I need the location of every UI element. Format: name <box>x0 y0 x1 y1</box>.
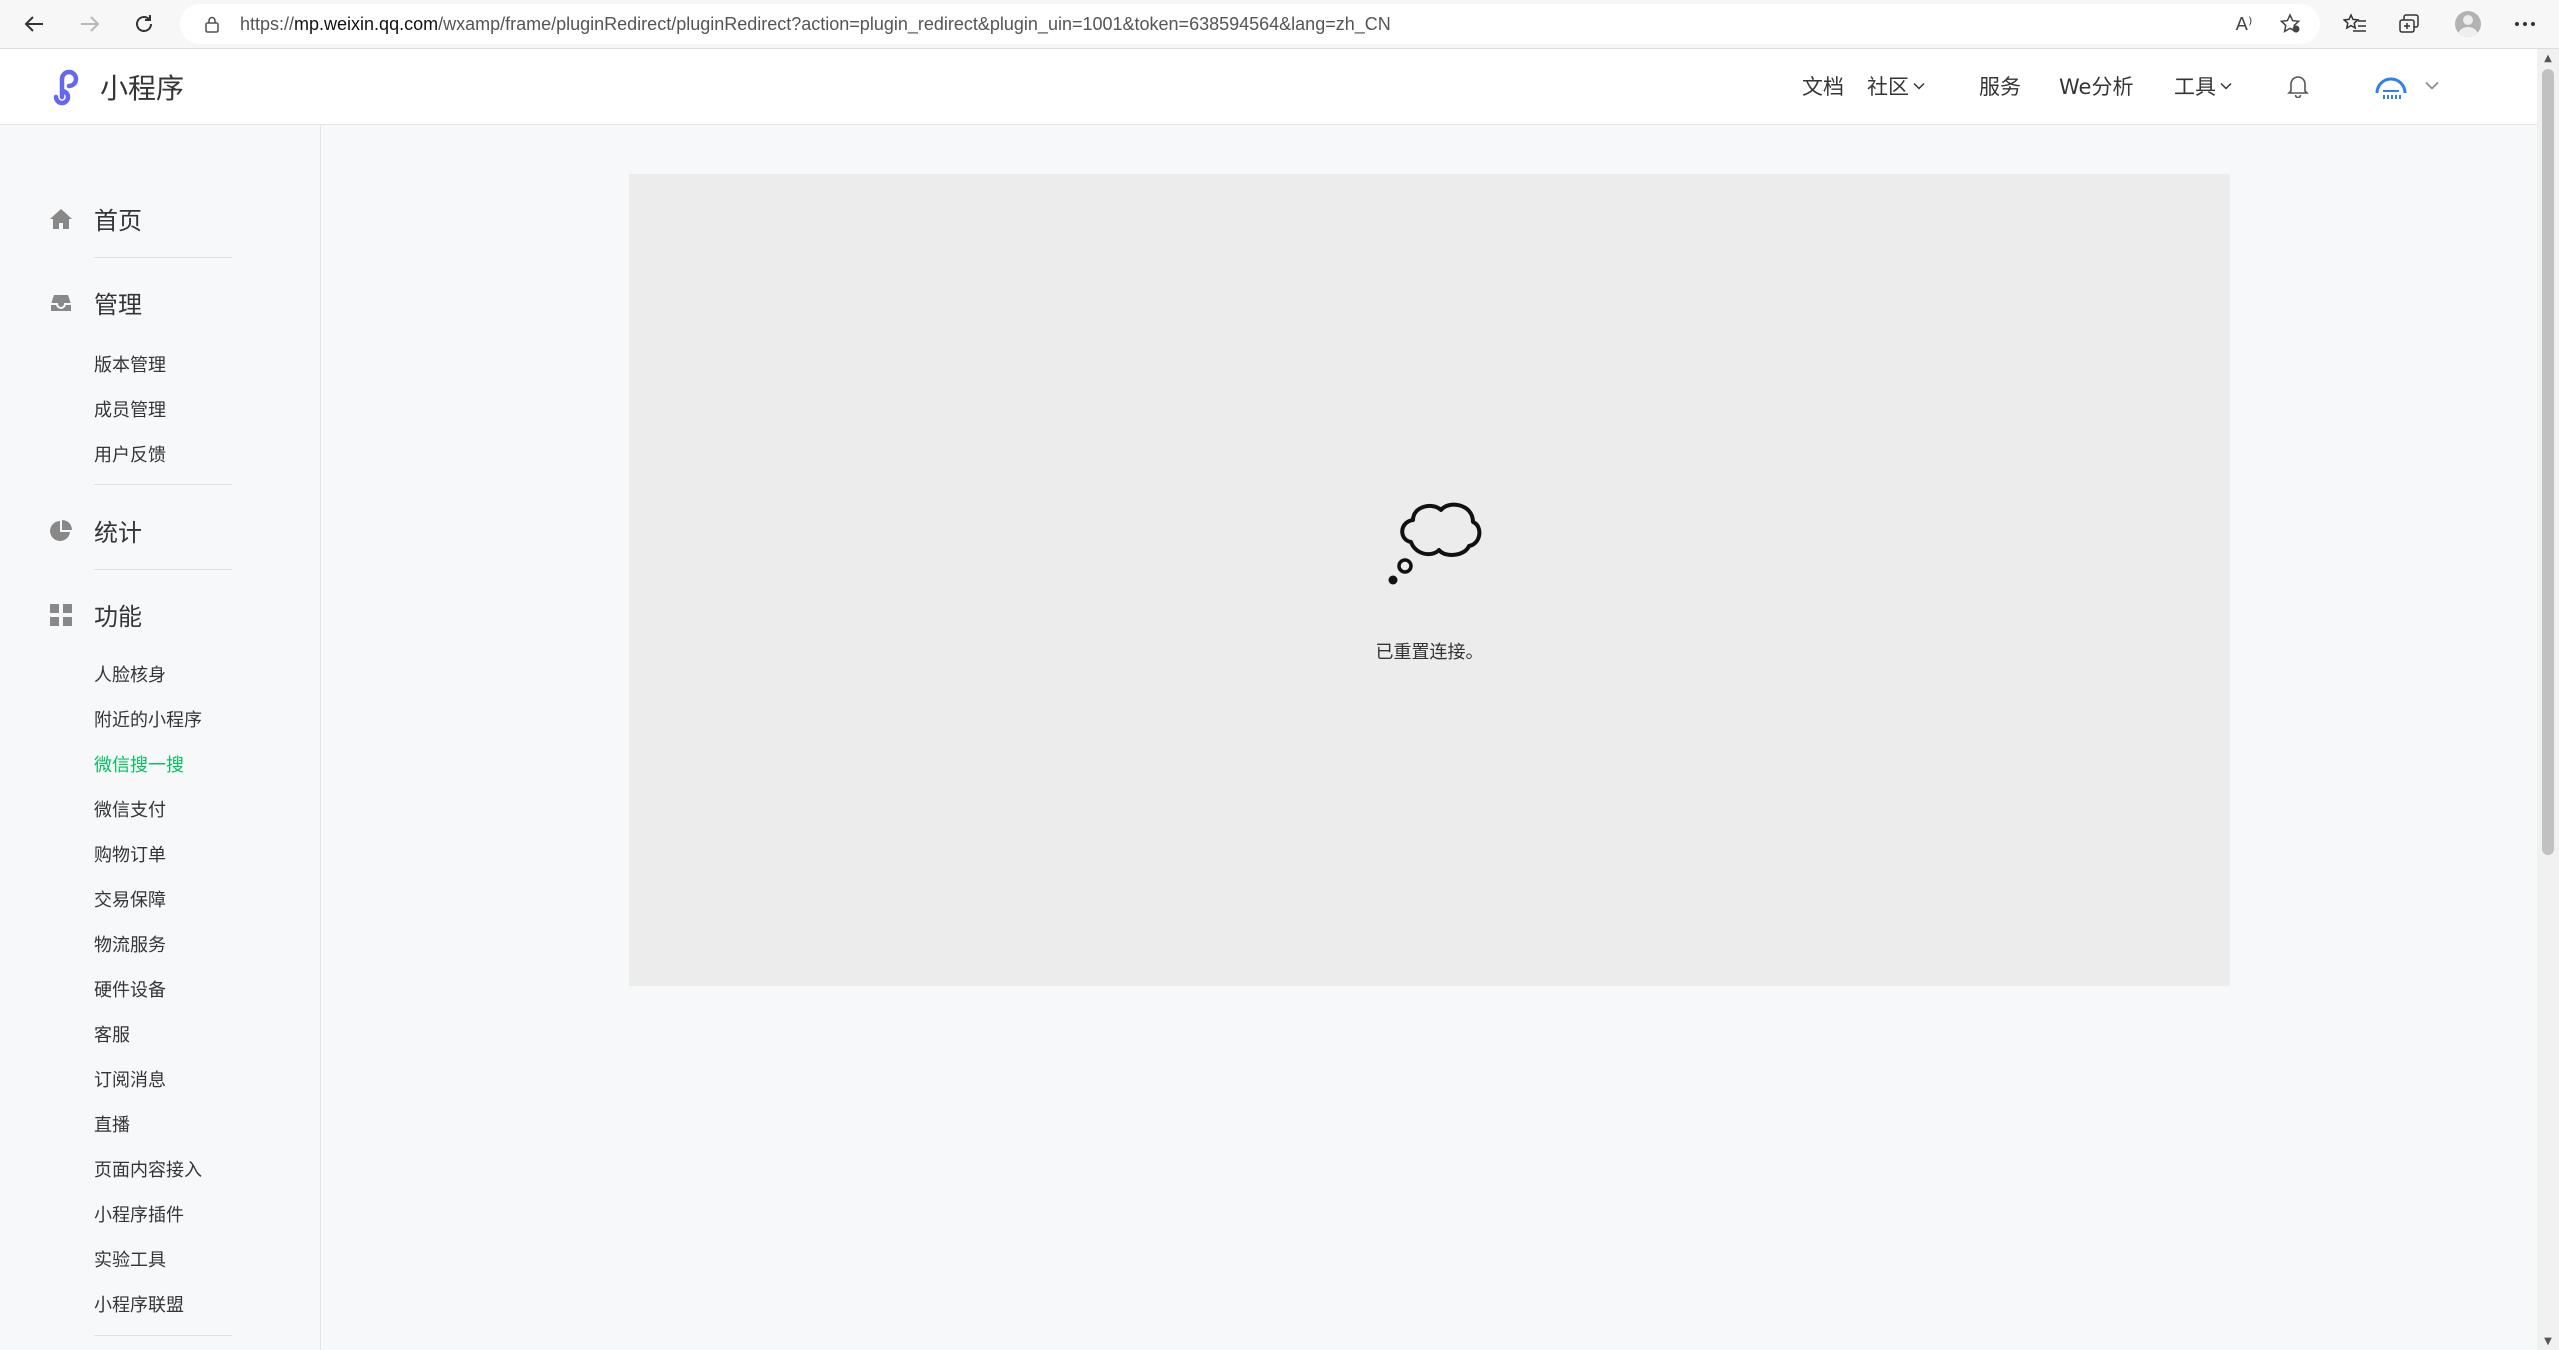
scroll-down-arrow-icon[interactable]: ▼ <box>2537 1332 2559 1350</box>
sidebar-divider <box>94 484 232 485</box>
sidebar-item-label: 统计 <box>94 519 142 547</box>
nav-docs[interactable]: 文档 <box>1802 71 1844 101</box>
sidebar-item-home[interactable]: 首页 <box>48 201 142 236</box>
nav-service[interactable]: 服务 <box>1979 71 2021 101</box>
nav-community[interactable]: 社区 <box>1867 71 1925 101</box>
sidebar-subitem-miniprogram-alliance[interactable]: 小程序联盟 <box>94 1291 184 1317</box>
sidebar-subitem-face-verification[interactable]: 人脸核身 <box>94 661 166 687</box>
sidebar-subitem-hardware[interactable]: 硬件设备 <box>94 976 166 1002</box>
sidebar-subitem-member-management[interactable]: 成员管理 <box>94 396 166 422</box>
account-chevron-down-icon[interactable] <box>2425 81 2439 90</box>
nav-service-label: 服务 <box>1979 75 2021 99</box>
refresh-button[interactable] <box>126 6 162 42</box>
nav-we-analysis[interactable]: We分析 <box>2059 71 2133 101</box>
sidebar-item-label: 首页 <box>94 207 142 235</box>
back-button[interactable] <box>16 6 52 42</box>
nav-tools[interactable]: 工具 <box>2174 71 2232 101</box>
sidebar-subitem-nearby-miniprogram[interactable]: 附近的小程序 <box>94 706 202 732</box>
collections-icon[interactable] <box>2390 6 2430 42</box>
miniprogram-logo-icon <box>53 69 79 106</box>
url-prefix: https:// <box>240 13 295 34</box>
sidebar-subitem-subscription-messages[interactable]: 订阅消息 <box>94 1066 166 1092</box>
sidebar-divider <box>94 1335 232 1336</box>
chevron-down-icon <box>2220 82 2232 90</box>
sidebar-divider <box>94 569 232 570</box>
plugin-iframe: 已重置连接。 <box>629 174 2230 986</box>
home-icon <box>48 206 74 232</box>
page-scrollbar[interactable]: ▲ ▼ <box>2537 49 2559 1350</box>
inbox-icon <box>48 290 74 316</box>
back-arrow-icon <box>24 16 43 32</box>
logo-text: 小程序 <box>100 72 185 105</box>
profile-avatar-icon <box>2455 11 2481 37</box>
sidebar-subitem-customer-service[interactable]: 客服 <box>94 1021 130 1047</box>
sidebar: 首页 管理 版本管理 成员管理 用户反馈 统计 功能 人脸核身 附近的小程序 微… <box>0 125 321 1350</box>
sidebar-subitem-live-streaming[interactable]: 直播 <box>94 1111 130 1137</box>
lock-icon <box>202 14 222 34</box>
sidebar-subitem-experiment-tools[interactable]: 实验工具 <box>94 1246 166 1272</box>
scroll-up-arrow-icon[interactable]: ▲ <box>2537 49 2559 67</box>
grid-icon <box>48 602 74 628</box>
sidebar-item-manage[interactable]: 管理 <box>48 285 142 320</box>
favorites-list-icon[interactable] <box>2335 6 2375 42</box>
browser-toolbar: https://mp.weixin.qq.com/wxamp/frame/plu… <box>0 0 2559 49</box>
read-aloud-glyph: A⁾ <box>2235 13 2253 35</box>
sidebar-item-label: 管理 <box>94 291 142 319</box>
pie-chart-icon <box>48 518 74 544</box>
app-header: 小程序 文档 社区 服务 We分析 工具 <box>0 49 2537 125</box>
sidebar-subitem-wechat-search[interactable]: 微信搜一搜 <box>94 751 184 777</box>
sidebar-subitem-miniprogram-plugins[interactable]: 小程序插件 <box>94 1201 184 1227</box>
profile-button[interactable] <box>2448 6 2488 42</box>
chevron-down-icon <box>1913 82 1925 90</box>
thought-bubble-icon <box>1388 502 1482 585</box>
read-aloud-icon[interactable]: A⁾ <box>2228 10 2260 38</box>
url-text[interactable]: https://mp.weixin.qq.com/wxamp/frame/plu… <box>240 14 1391 35</box>
sidebar-subitem-transaction-guarantee[interactable]: 交易保障 <box>94 886 166 912</box>
refresh-icon <box>136 15 152 32</box>
sidebar-divider <box>94 257 232 258</box>
sidebar-item-features[interactable]: 功能 <box>48 597 142 632</box>
sidebar-subitem-wechat-pay[interactable]: 微信支付 <box>94 796 166 822</box>
account-avatar-icon[interactable] <box>2374 71 2408 101</box>
address-bar[interactable]: https://mp.weixin.qq.com/wxamp/frame/plu… <box>180 4 2320 44</box>
more-options-icon[interactable] <box>2505 6 2545 42</box>
forward-arrow-icon <box>81 16 100 32</box>
url-path: /wxamp/frame/pluginRedirect/pluginRedire… <box>438 13 1391 34</box>
forward-button[interactable] <box>72 6 108 42</box>
logo[interactable]: 小程序 <box>48 67 184 107</box>
sidebar-subitem-page-content-access[interactable]: 页面内容接入 <box>94 1156 202 1182</box>
nav-community-label: 社区 <box>1867 75 1909 99</box>
notification-bell-icon[interactable] <box>2287 74 2309 98</box>
sidebar-item-stats[interactable]: 统计 <box>48 513 142 548</box>
sidebar-subitem-logistics[interactable]: 物流服务 <box>94 931 166 957</box>
url-host: mp.weixin.qq.com <box>294 13 439 34</box>
nav-we-analysis-label: We分析 <box>2059 75 2134 99</box>
scrollbar-thumb[interactable] <box>2542 69 2554 855</box>
sidebar-item-label: 功能 <box>94 603 142 631</box>
sidebar-subitem-shopping-orders[interactable]: 购物订单 <box>94 841 166 867</box>
nav-tools-label: 工具 <box>2174 75 2216 99</box>
favorite-star-icon[interactable] <box>2274 10 2306 38</box>
connection-reset-message: 已重置连接。 <box>1375 642 1484 663</box>
sidebar-subitem-user-feedback[interactable]: 用户反馈 <box>94 441 166 467</box>
nav-docs-label: 文档 <box>1802 75 1844 99</box>
sidebar-subitem-version-management[interactable]: 版本管理 <box>94 351 166 377</box>
